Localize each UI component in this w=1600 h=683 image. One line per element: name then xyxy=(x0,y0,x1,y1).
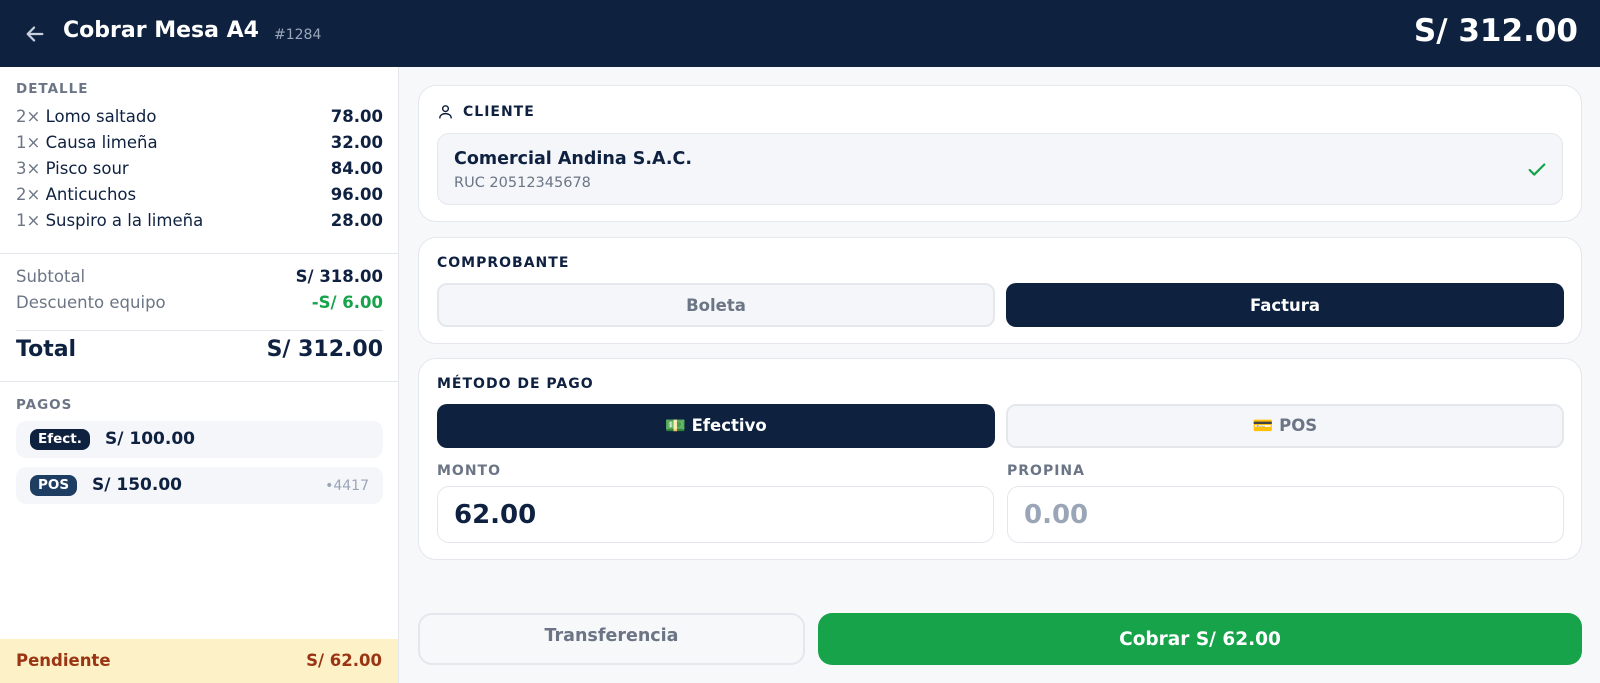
list-item: 1× Suspiro a la limeña 28.00 xyxy=(16,211,383,237)
client-ruc: RUC 20512345678 xyxy=(454,175,591,191)
client-selector[interactable]: Comercial Andina S.A.C. RUC 20512345678 xyxy=(437,133,1563,205)
item-price: 96.00 xyxy=(330,185,383,204)
receipt-card: COMPROBANTE Boleta Factura xyxy=(418,237,1582,344)
item-qty: 1× xyxy=(16,133,41,152)
payment-row: Efect. S/ 100.00 xyxy=(16,421,383,458)
item-price: 28.00 xyxy=(330,211,383,230)
item-name: Causa limeña xyxy=(45,133,158,152)
payment-method-card: MÉTODO DE PAGO 💵 Efectivo 💳 POS MONTO PR… xyxy=(418,358,1582,560)
payment-row: POS S/ 150.00 •4417 xyxy=(16,467,383,504)
charge-button[interactable]: Cobrar S/ 62.00 xyxy=(818,613,1582,665)
discount-row: Descuento equipo -S/ 6.00 xyxy=(16,293,383,312)
item-qty: 2× xyxy=(16,107,41,126)
list-item: 3× Pisco sour 84.00 xyxy=(16,159,383,185)
pending-value: S/ 62.00 xyxy=(306,651,382,670)
page-title: Cobrar Mesa A4 xyxy=(63,18,259,43)
payment-amount: S/ 150.00 xyxy=(92,475,182,495)
header-total: S/ 312.00 xyxy=(1413,13,1578,49)
detail-label: DETALLE xyxy=(16,81,89,97)
payments-label: PAGOS xyxy=(16,397,73,413)
check-icon xyxy=(1528,163,1546,176)
discount-value: -S/ 6.00 xyxy=(311,293,383,312)
receipt-option-factura[interactable]: Factura xyxy=(1006,283,1564,327)
client-name: Comercial Andina S.A.C. xyxy=(454,149,693,169)
client-card: CLIENTE Comercial Andina S.A.C. RUC 2051… xyxy=(418,85,1582,222)
user-icon xyxy=(439,105,452,119)
subtotal-label: Subtotal xyxy=(16,267,86,286)
order-number: #1284 xyxy=(274,27,322,43)
item-name: Anticuchos xyxy=(45,185,137,204)
payment-option-pos[interactable]: 💳 POS xyxy=(1006,404,1564,448)
payment-option-cash[interactable]: 💵 Efectivo xyxy=(437,404,995,448)
tip-label: PROPINA xyxy=(1007,463,1085,479)
top-bar: Cobrar Mesa A4 #1284 S/ 312.00 xyxy=(0,0,1600,67)
subtotal-value: S/ 318.00 xyxy=(295,267,383,286)
back-button[interactable] xyxy=(20,19,50,49)
total-label: Total xyxy=(16,337,77,362)
item-name: Suspiro a la limeña xyxy=(45,211,204,230)
list-item: 1× Causa limeña 32.00 xyxy=(16,133,383,159)
item-name: Lomo saltado xyxy=(45,107,157,126)
client-label: CLIENTE xyxy=(463,104,535,120)
item-qty: 2× xyxy=(16,185,41,204)
divider xyxy=(0,253,399,254)
item-qty: 1× xyxy=(16,211,41,230)
payment-amount: S/ 100.00 xyxy=(105,429,195,449)
receipt-label: COMPROBANTE xyxy=(437,255,570,271)
arrow-left-icon xyxy=(26,26,44,42)
subtotal-row: Subtotal S/ 318.00 xyxy=(16,267,383,286)
item-price: 32.00 xyxy=(330,133,383,152)
pending-bar: Pendiente S/ 62.00 xyxy=(0,639,398,683)
transfer-button[interactable]: Transferencia xyxy=(418,613,805,665)
total-value: S/ 312.00 xyxy=(266,337,383,362)
total-row: Total S/ 312.00 xyxy=(16,337,383,362)
payment-method-badge: POS xyxy=(30,475,78,496)
item-price: 84.00 xyxy=(330,159,383,178)
divider xyxy=(16,330,383,331)
amount-input[interactable] xyxy=(437,486,994,543)
card-last-digits: •4417 xyxy=(325,478,369,494)
item-price: 78.00 xyxy=(330,107,383,126)
payment-method-label: MÉTODO DE PAGO xyxy=(437,376,594,392)
tip-input[interactable] xyxy=(1007,486,1564,543)
divider xyxy=(0,381,399,382)
list-item: 2× Lomo saltado 78.00 xyxy=(16,107,383,133)
payment-method-badge: Efect. xyxy=(30,429,90,450)
item-name: Pisco sour xyxy=(45,159,129,178)
list-item: 2× Anticuchos 96.00 xyxy=(16,185,383,211)
discount-label: Descuento equipo xyxy=(16,293,166,312)
pending-label: Pendiente xyxy=(16,651,111,670)
order-summary-panel: DETALLE 2× Lomo saltado 78.00 1× Causa l… xyxy=(0,67,399,683)
item-qty: 3× xyxy=(16,159,41,178)
amount-label: MONTO xyxy=(437,463,502,479)
receipt-option-boleta[interactable]: Boleta xyxy=(437,283,995,327)
